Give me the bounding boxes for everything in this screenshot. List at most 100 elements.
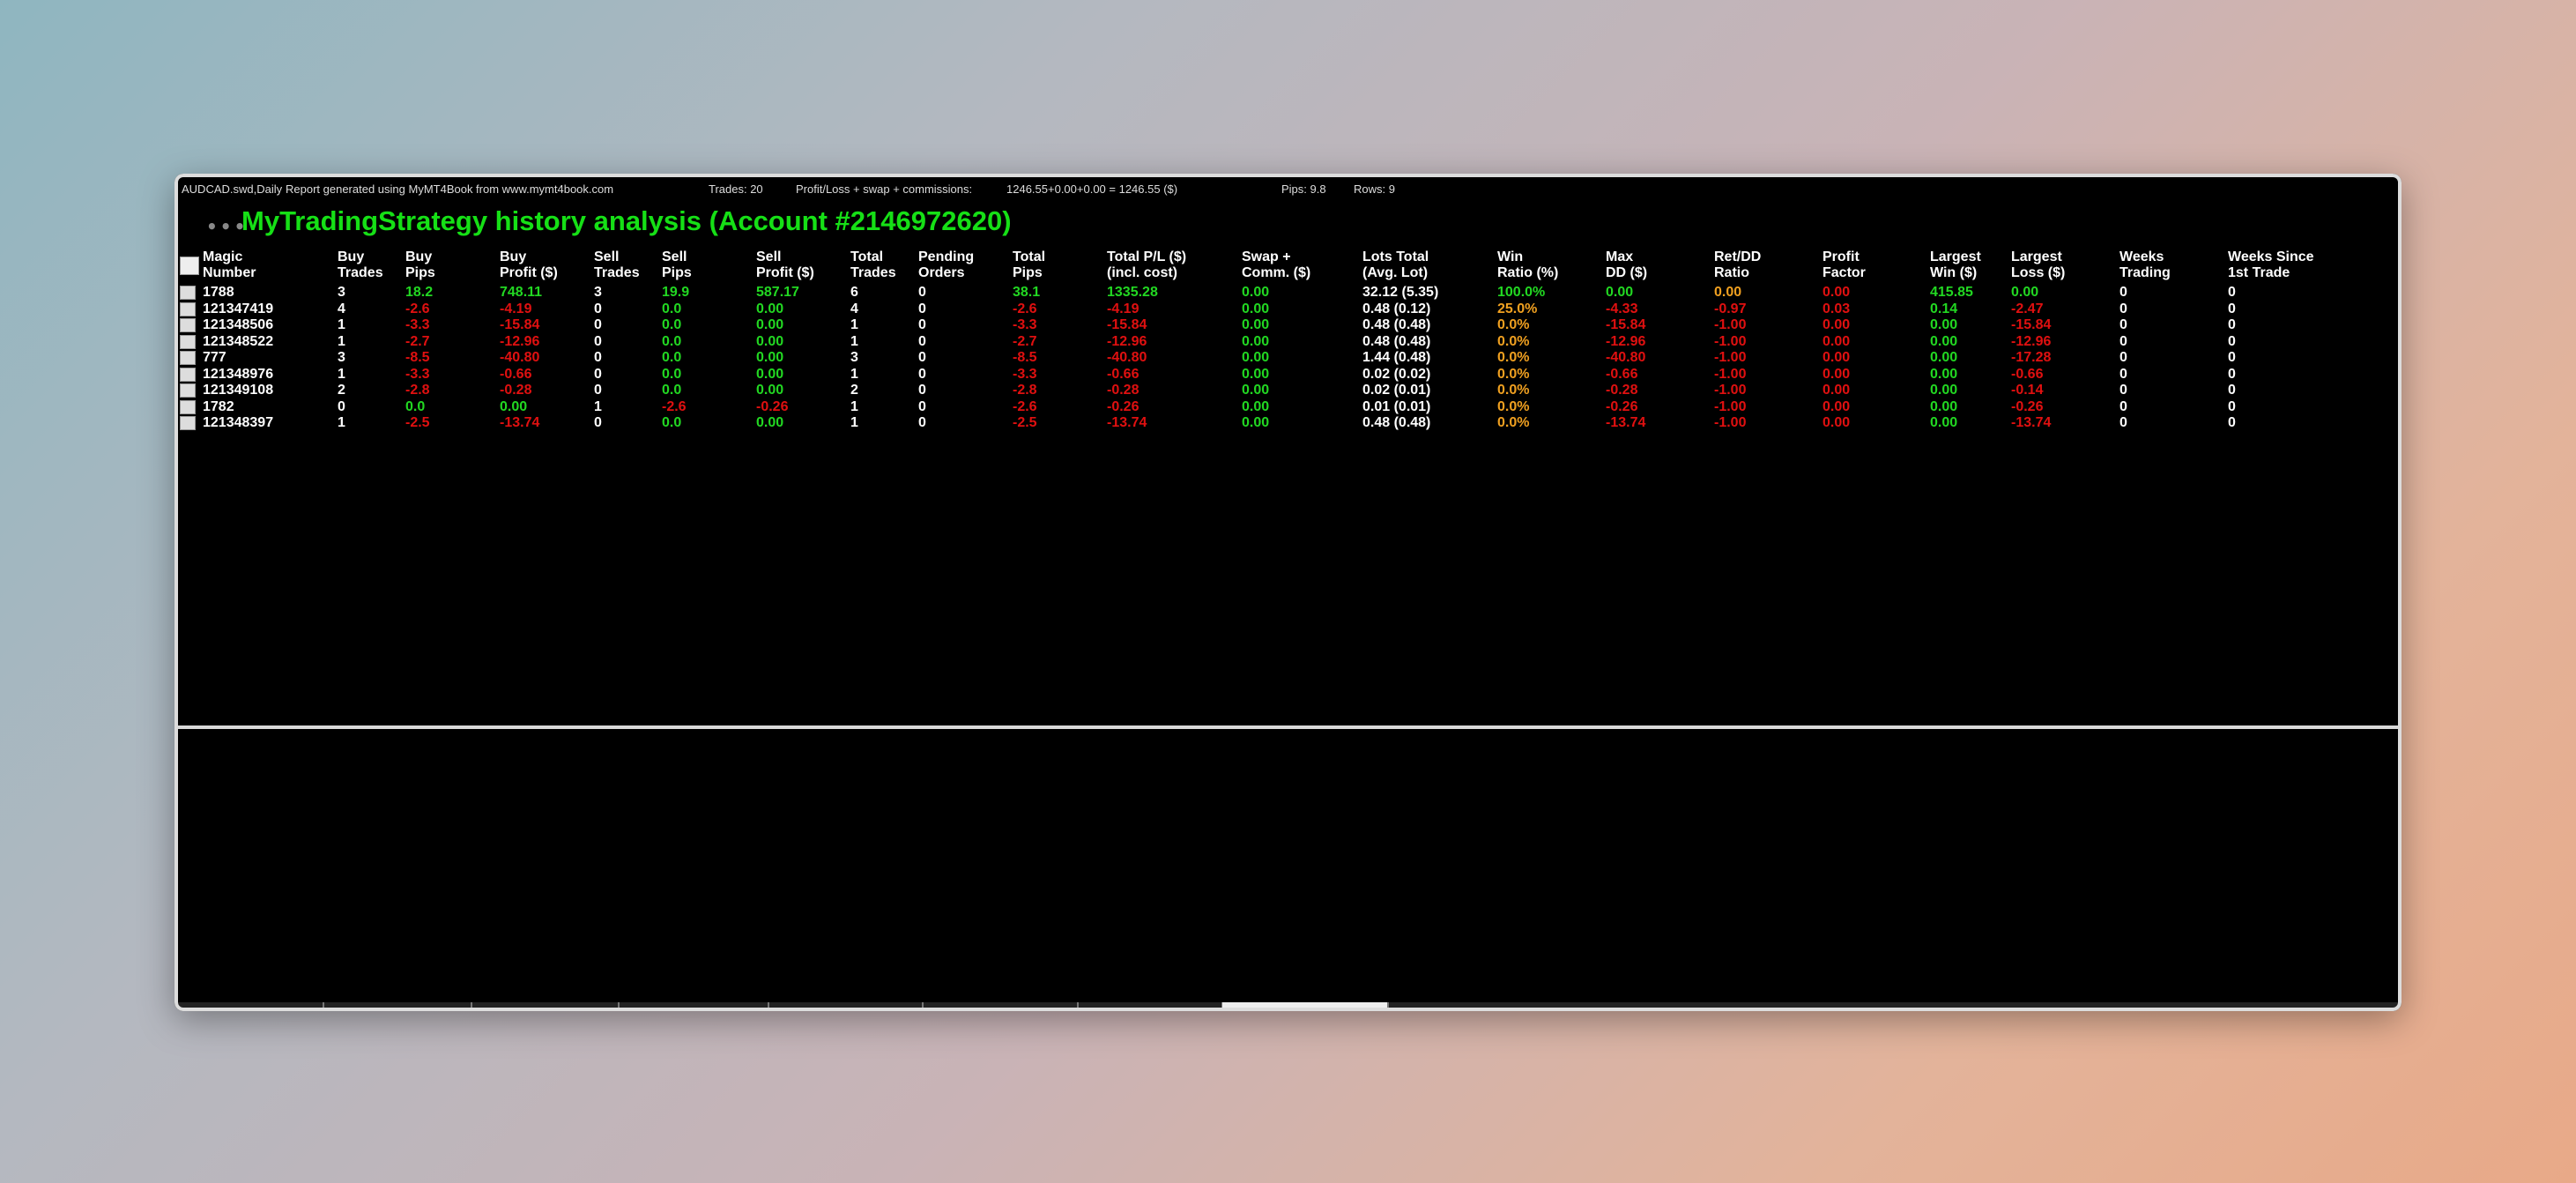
cell-sell-trades: 3	[594, 285, 602, 301]
col-header-total-trades[interactable]: Total Trades	[850, 249, 918, 285]
row-checkbox[interactable]	[180, 350, 203, 367]
table-row[interactable]: 777 3 -8.5 -40.80 0 0.0 0.00 3 0 -8.5 -40.80 0.00 1.…	[180, 350, 2342, 367]
col-header-swap-comm[interactable]: Swap + Comm. ($)	[1242, 249, 1362, 285]
cell-largest-win: 0.00	[1930, 317, 1958, 333]
col-header-sell-trades[interactable]: Sell Trades	[594, 249, 662, 285]
col-header-total-pl[interactable]: Total P/L ($) (incl. cost)	[1107, 249, 1242, 285]
cell-buy-profit: -40.80	[500, 350, 540, 366]
cell-pending-orders: 0	[918, 301, 926, 316]
cell-weeks-since-first: 0	[2228, 366, 2236, 382]
col-header-line2: Loss ($)	[2011, 265, 2066, 280]
col-header-ret-dd-ratio[interactable]: Ret/DD Ratio	[1714, 249, 1823, 285]
cell-weeks-trading: 0	[2119, 398, 2127, 414]
cell-magic-number: 1782	[203, 398, 234, 414]
row-checkbox[interactable]	[180, 334, 203, 351]
col-header-sell-profit[interactable]: Sell Profit ($)	[756, 249, 850, 285]
cell-swap-comm: 0.00	[1242, 383, 1270, 398]
cell-largest-loss: -2.47	[2011, 301, 2044, 316]
row-checkbox[interactable]	[180, 399, 203, 416]
table-row[interactable]: 121348397 1 -2.5 -13.74 0 0.0 0.00 1 0 -2.5 -13.74…	[180, 415, 2342, 432]
pips-total: Pips: 9.8	[1281, 182, 1326, 196]
cell-buy-profit: -13.74	[500, 415, 540, 431]
cell-weeks-trading: 0	[2119, 366, 2127, 382]
row-checkbox[interactable]	[180, 367, 203, 383]
col-header-profit-factor[interactable]: Profit Factor	[1823, 249, 1930, 285]
cell-ret-dd-ratio: -1.00	[1714, 333, 1747, 349]
row-checkbox[interactable]	[180, 383, 203, 399]
cell-swap-comm: 0.00	[1242, 415, 1270, 431]
col-header-line1: Lots Total	[1362, 249, 1429, 264]
cell-buy-trades: 2	[338, 383, 345, 398]
col-header-sell-pips[interactable]: Sell Pips	[662, 249, 756, 285]
cell-lots-total: 0.48 (0.48)	[1362, 317, 1431, 333]
cell-pending-orders: 0	[918, 415, 926, 431]
cell-swap-comm: 0.00	[1242, 333, 1270, 349]
select-all-checkbox[interactable]	[180, 249, 203, 285]
row-checkbox[interactable]	[180, 415, 203, 432]
cell-lots-total: 32.12 (5.35)	[1362, 285, 1439, 301]
col-header-largest-loss[interactable]: Largest Loss ($)	[2011, 249, 2119, 285]
cell-buy-trades: 4	[338, 301, 345, 316]
table-row[interactable]: 1782 0 0.0 0.00 1 -2.6 -0.26 1 0 -2.6 -0.26 0.00 0.0…	[180, 399, 2342, 416]
cell-ret-dd-ratio: 0.00	[1714, 285, 1742, 301]
table-row[interactable]: 121347419 4 -2.6 -4.19 0 0.0 0.00 4 0 -2.6 -4.19 0.…	[180, 301, 2342, 318]
cell-total-pl: -15.84	[1107, 317, 1147, 333]
cell-profit-factor: 0.00	[1823, 285, 1851, 301]
cell-sell-profit: 0.00	[756, 301, 784, 316]
active-tab[interactable]	[1222, 1002, 1387, 1011]
table-row[interactable]: 121348522 1 -2.7 -12.96 0 0.0 0.00 1 0 -2.7 -12.96…	[180, 334, 2342, 351]
cell-buy-profit: -15.84	[500, 317, 540, 333]
cell-buy-pips: -3.3	[405, 317, 430, 333]
report-credit: Report generated using MyMT4Book from ww…	[286, 182, 614, 196]
table-row[interactable]: 121348976 1 -3.3 -0.66 0 0.0 0.00 1 0 -3.3 -0.66 0.…	[180, 367, 2342, 383]
col-header-weeks-since-first[interactable]: Weeks Since 1st Trade	[2228, 249, 2342, 285]
pl-label: Profit/Loss + swap + commissions:	[796, 182, 973, 196]
col-header-buy-pips[interactable]: Buy Pips	[405, 249, 500, 285]
row-checkbox[interactable]	[180, 317, 203, 334]
col-header-line1: Sell	[756, 249, 782, 264]
cell-largest-loss: -15.84	[2011, 317, 2052, 333]
cell-swap-comm: 0.00	[1242, 285, 1270, 301]
cell-max-dd: -0.66	[1606, 366, 1638, 382]
cell-max-dd: -0.28	[1606, 383, 1638, 398]
col-header-largest-win[interactable]: Largest Win ($)	[1930, 249, 2011, 285]
col-header-magic-number[interactable]: Magic Number	[203, 249, 338, 285]
col-header-pending-orders[interactable]: Pending Orders	[918, 249, 1013, 285]
cell-profit-factor: 0.03	[1823, 301, 1851, 316]
cell-ret-dd-ratio: -1.00	[1714, 415, 1747, 431]
cell-ret-dd-ratio: -1.00	[1714, 350, 1747, 366]
col-header-win-ratio[interactable]: Win Ratio (%)	[1497, 249, 1606, 285]
pane-divider[interactable]	[174, 725, 2402, 729]
cell-sell-trades: 0	[594, 415, 602, 431]
cell-win-ratio: 0.0%	[1497, 415, 1530, 431]
row-checkbox[interactable]	[180, 301, 203, 318]
symbol-label: AUDCAD.swd,Daily	[182, 182, 283, 196]
col-header-line2: Ratio	[1714, 265, 1749, 280]
col-header-max-dd[interactable]: Max DD ($)	[1606, 249, 1714, 285]
col-header-buy-trades[interactable]: Buy Trades	[338, 249, 405, 285]
table-row[interactable]: 121349108 2 -2.8 -0.28 0 0.0 0.00 2 0 -2.8 -0.28 0.…	[180, 383, 2342, 399]
col-header-line2: Comm. ($)	[1242, 265, 1311, 280]
cell-sell-profit: -0.26	[756, 398, 789, 414]
col-header-line1: Total	[1013, 249, 1046, 264]
cell-largest-win: 0.00	[1930, 383, 1958, 398]
cell-sell-trades: 0	[594, 317, 602, 333]
col-header-line2: Pips	[405, 265, 435, 280]
cell-largest-win: 415.85	[1930, 285, 1973, 301]
cell-pending-orders: 0	[918, 350, 926, 366]
cell-weeks-since-first: 0	[2228, 383, 2236, 398]
table-row[interactable]: 121348506 1 -3.3 -15.84 0 0.0 0.00 1 0 -3.3 -15.84…	[180, 317, 2342, 334]
cell-total-trades: 3	[850, 350, 858, 366]
cell-total-pips: -2.6	[1013, 398, 1037, 414]
col-header-lots-total[interactable]: Lots Total (Avg. Lot)	[1362, 249, 1497, 285]
cell-total-pips: -2.8	[1013, 383, 1037, 398]
row-checkbox[interactable]	[180, 285, 203, 301]
bottom-tab-strip	[174, 1002, 2402, 1011]
cell-buy-pips: -2.8	[405, 383, 430, 398]
col-header-weeks-trading[interactable]: Weeks Trading	[2119, 249, 2228, 285]
col-header-buy-profit[interactable]: Buy Profit ($)	[500, 249, 594, 285]
table-row[interactable]: 1788 3 18.2 748.11 3 19.9 587.17 6 0 38.1 1335.28 0…	[180, 285, 2342, 301]
cell-total-pips: -3.3	[1013, 317, 1037, 333]
col-header-total-pips[interactable]: Total Pips	[1013, 249, 1107, 285]
col-header-line1: Total	[850, 249, 884, 264]
